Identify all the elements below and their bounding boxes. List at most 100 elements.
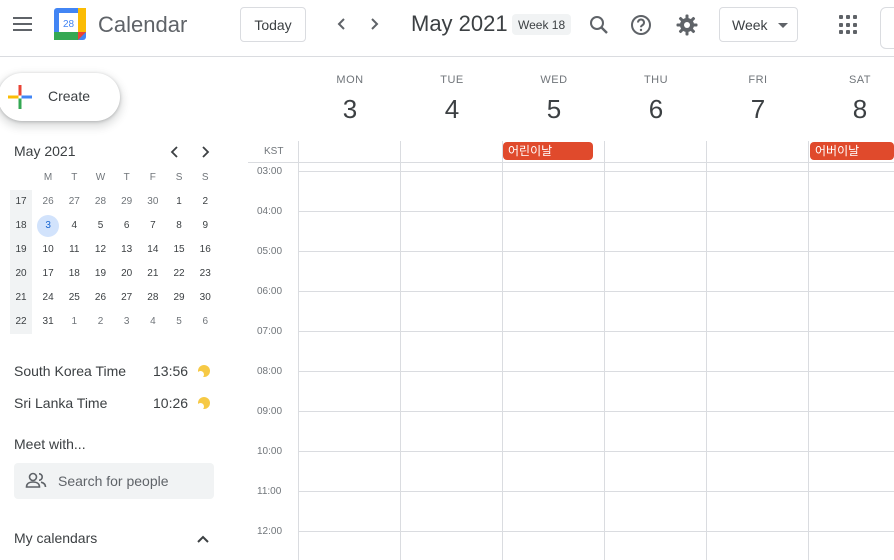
week-number[interactable]: 21: [10, 286, 32, 310]
hour-label: 11:00: [257, 486, 282, 497]
day-header-tue[interactable]: TUE 4: [401, 74, 503, 125]
mini-calendar-day[interactable]: 29: [166, 286, 192, 310]
week-number[interactable]: 22: [10, 310, 32, 334]
day-number[interactable]: 8: [809, 94, 894, 125]
mini-calendar-day[interactable]: 6: [192, 310, 218, 334]
hour-label: 03:00: [257, 166, 283, 177]
world-clock-zone-name: Sri Lanka Time: [14, 395, 108, 411]
day-name: THU: [643, 74, 669, 86]
mini-calendar-week-row: 21 24 25 26 27 28 29 30: [10, 286, 218, 310]
mini-calendar-day[interactable]: 22: [166, 262, 192, 286]
all-day-event[interactable]: 어린이날: [503, 142, 593, 160]
mini-calendar-day[interactable]: 1: [61, 310, 87, 334]
day-number[interactable]: 5: [503, 94, 605, 125]
hour-label: 09:00: [257, 406, 283, 417]
chevron-up-icon[interactable]: [195, 532, 211, 546]
mini-calendar-day[interactable]: 16: [192, 238, 218, 262]
mini-calendar-day[interactable]: 20: [114, 262, 140, 286]
day-name: FRI: [748, 74, 768, 86]
mini-calendar-day[interactable]: 7: [140, 214, 166, 238]
mini-calendar-day[interactable]: 8: [166, 214, 192, 238]
week-number[interactable]: 17: [10, 190, 32, 214]
mini-calendar-day[interactable]: 24: [35, 286, 61, 310]
mini-calendar-day[interactable]: 2: [87, 310, 113, 334]
world-clock-row: Sri Lanka Time 10:26: [14, 393, 214, 413]
mini-calendar-day[interactable]: 14: [140, 238, 166, 262]
mini-calendar-day[interactable]: 12: [87, 238, 113, 262]
all-day-event[interactable]: 어버이날: [810, 142, 894, 160]
hour-line: [298, 491, 894, 492]
hour-label: 06:00: [257, 286, 283, 297]
view-selector-dropdown[interactable]: Week: [719, 7, 798, 42]
day-number[interactable]: 3: [299, 94, 401, 125]
mini-calendar-day[interactable]: 11: [61, 238, 87, 262]
day-header-thu[interactable]: THU 6: [605, 74, 707, 125]
day-number[interactable]: 6: [605, 94, 707, 125]
help-icon[interactable]: [628, 12, 654, 38]
column-divider: [502, 141, 503, 560]
mini-calendar-day[interactable]: 10: [35, 238, 61, 262]
weekday-head: T: [71, 172, 78, 183]
mini-calendar-day-selected[interactable]: 3: [35, 214, 61, 238]
day-header-wed[interactable]: WED 5: [503, 74, 605, 125]
mini-calendar-day[interactable]: 30: [192, 286, 218, 310]
create-button[interactable]: Create: [0, 73, 120, 121]
settings-gear-icon[interactable]: [674, 12, 700, 38]
mini-calendar-day[interactable]: 4: [61, 214, 87, 238]
logo-day-number: 28: [63, 19, 75, 30]
world-clock-time: 13:56: [153, 363, 189, 379]
mini-calendar-day[interactable]: 28: [140, 286, 166, 310]
search-icon[interactable]: [586, 12, 612, 38]
week-number[interactable]: 19: [10, 238, 32, 262]
mini-calendar-day[interactable]: 17: [35, 262, 61, 286]
mini-calendar-day[interactable]: 26: [35, 190, 61, 214]
day-header-sat[interactable]: SAT 8: [809, 74, 894, 125]
search-people-input[interactable]: Search for people: [14, 463, 214, 499]
mini-calendar-day[interactable]: 9: [192, 214, 218, 238]
mini-calendar-day[interactable]: 18: [61, 262, 87, 286]
create-button-label: Create: [48, 88, 91, 104]
mini-calendar-day[interactable]: 30: [140, 190, 166, 214]
mini-calendar-day[interactable]: 27: [61, 190, 87, 214]
google-apps-grid-icon[interactable]: [839, 15, 859, 35]
mini-calendar-day[interactable]: 28: [87, 190, 113, 214]
mini-calendar-day[interactable]: 29: [114, 190, 140, 214]
mini-calendar-day[interactable]: 27: [114, 286, 140, 310]
day-header-fri[interactable]: FRI 7: [707, 74, 809, 125]
previous-week-icon[interactable]: [330, 12, 354, 36]
mini-calendar-day[interactable]: 4: [140, 310, 166, 334]
weekday-head: T: [123, 172, 130, 183]
mini-calendar-day[interactable]: 3: [114, 310, 140, 334]
mini-calendar-day[interactable]: 2: [192, 190, 218, 214]
mini-calendar-day[interactable]: 21: [140, 262, 166, 286]
mini-calendar-day[interactable]: 26: [87, 286, 113, 310]
day-name: MON: [336, 74, 364, 86]
mini-calendar-day[interactable]: 25: [61, 286, 87, 310]
mini-calendar-day[interactable]: 23: [192, 262, 218, 286]
hour-line: [298, 411, 894, 412]
mini-calendar-day[interactable]: 5: [87, 214, 113, 238]
mini-calendar-next-icon[interactable]: [196, 143, 214, 161]
day-number[interactable]: 7: [707, 94, 809, 125]
mini-calendar-day[interactable]: 15: [166, 238, 192, 262]
mini-calendar-day[interactable]: 31: [35, 310, 61, 334]
week-number[interactable]: 18: [10, 214, 32, 238]
main-menu-icon[interactable]: [8, 10, 36, 38]
mini-calendar-prev-icon[interactable]: [166, 143, 184, 161]
column-divider: [604, 141, 605, 560]
mini-calendar-day[interactable]: 5: [166, 310, 192, 334]
mini-calendar-day[interactable]: 19: [87, 262, 113, 286]
day-number[interactable]: 4: [401, 94, 503, 125]
week-number-header: [10, 166, 32, 190]
app-title: Calendar: [98, 12, 188, 37]
account-button[interactable]: [880, 7, 894, 49]
mini-calendar-day[interactable]: 13: [114, 238, 140, 262]
week-number[interactable]: 20: [10, 262, 32, 286]
hour-line: [298, 171, 894, 172]
next-week-icon[interactable]: [362, 12, 386, 36]
day-header-mon[interactable]: MON 3: [299, 74, 401, 125]
mini-calendar-day[interactable]: 1: [166, 190, 192, 214]
today-button[interactable]: Today: [240, 7, 306, 42]
my-calendars-heading[interactable]: My calendars: [14, 530, 97, 546]
mini-calendar-day[interactable]: 6: [114, 214, 140, 238]
